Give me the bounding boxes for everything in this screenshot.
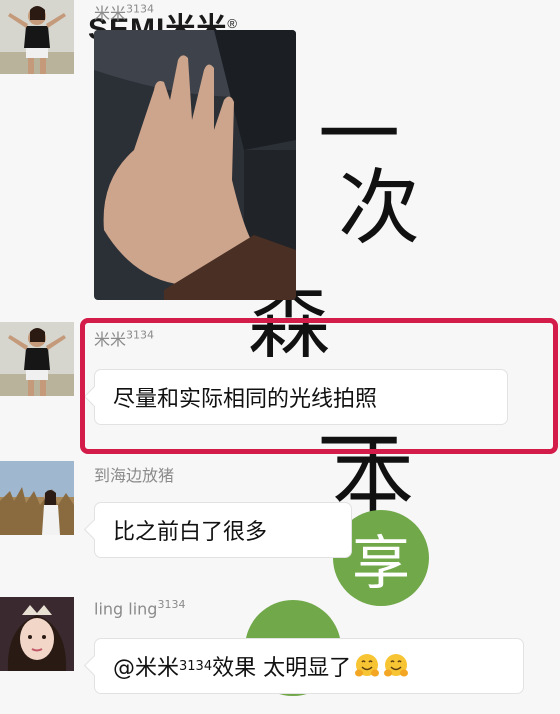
mention[interactable]: @米米 bbox=[113, 650, 179, 682]
avatar[interactable] bbox=[0, 0, 74, 74]
highlight-box bbox=[80, 318, 558, 454]
message-bubble[interactable]: 比之前白了很多 bbox=[94, 502, 352, 558]
avatar[interactable] bbox=[0, 461, 74, 535]
hugging-face-icon bbox=[355, 654, 380, 677]
sender-name: ling ling3134 bbox=[94, 598, 186, 619]
message-bubble[interactable]: @米米 3134 效果 太明显了 bbox=[94, 638, 524, 694]
sender-name: 米米3134 bbox=[94, 2, 155, 23]
watermark-char: 次 bbox=[338, 161, 421, 256]
avatar[interactable] bbox=[0, 322, 74, 396]
avatar[interactable] bbox=[0, 597, 74, 671]
hugging-face-icon bbox=[384, 654, 409, 677]
sender-name: 到海边放猪 bbox=[94, 466, 175, 485]
message-image[interactable] bbox=[94, 30, 296, 300]
